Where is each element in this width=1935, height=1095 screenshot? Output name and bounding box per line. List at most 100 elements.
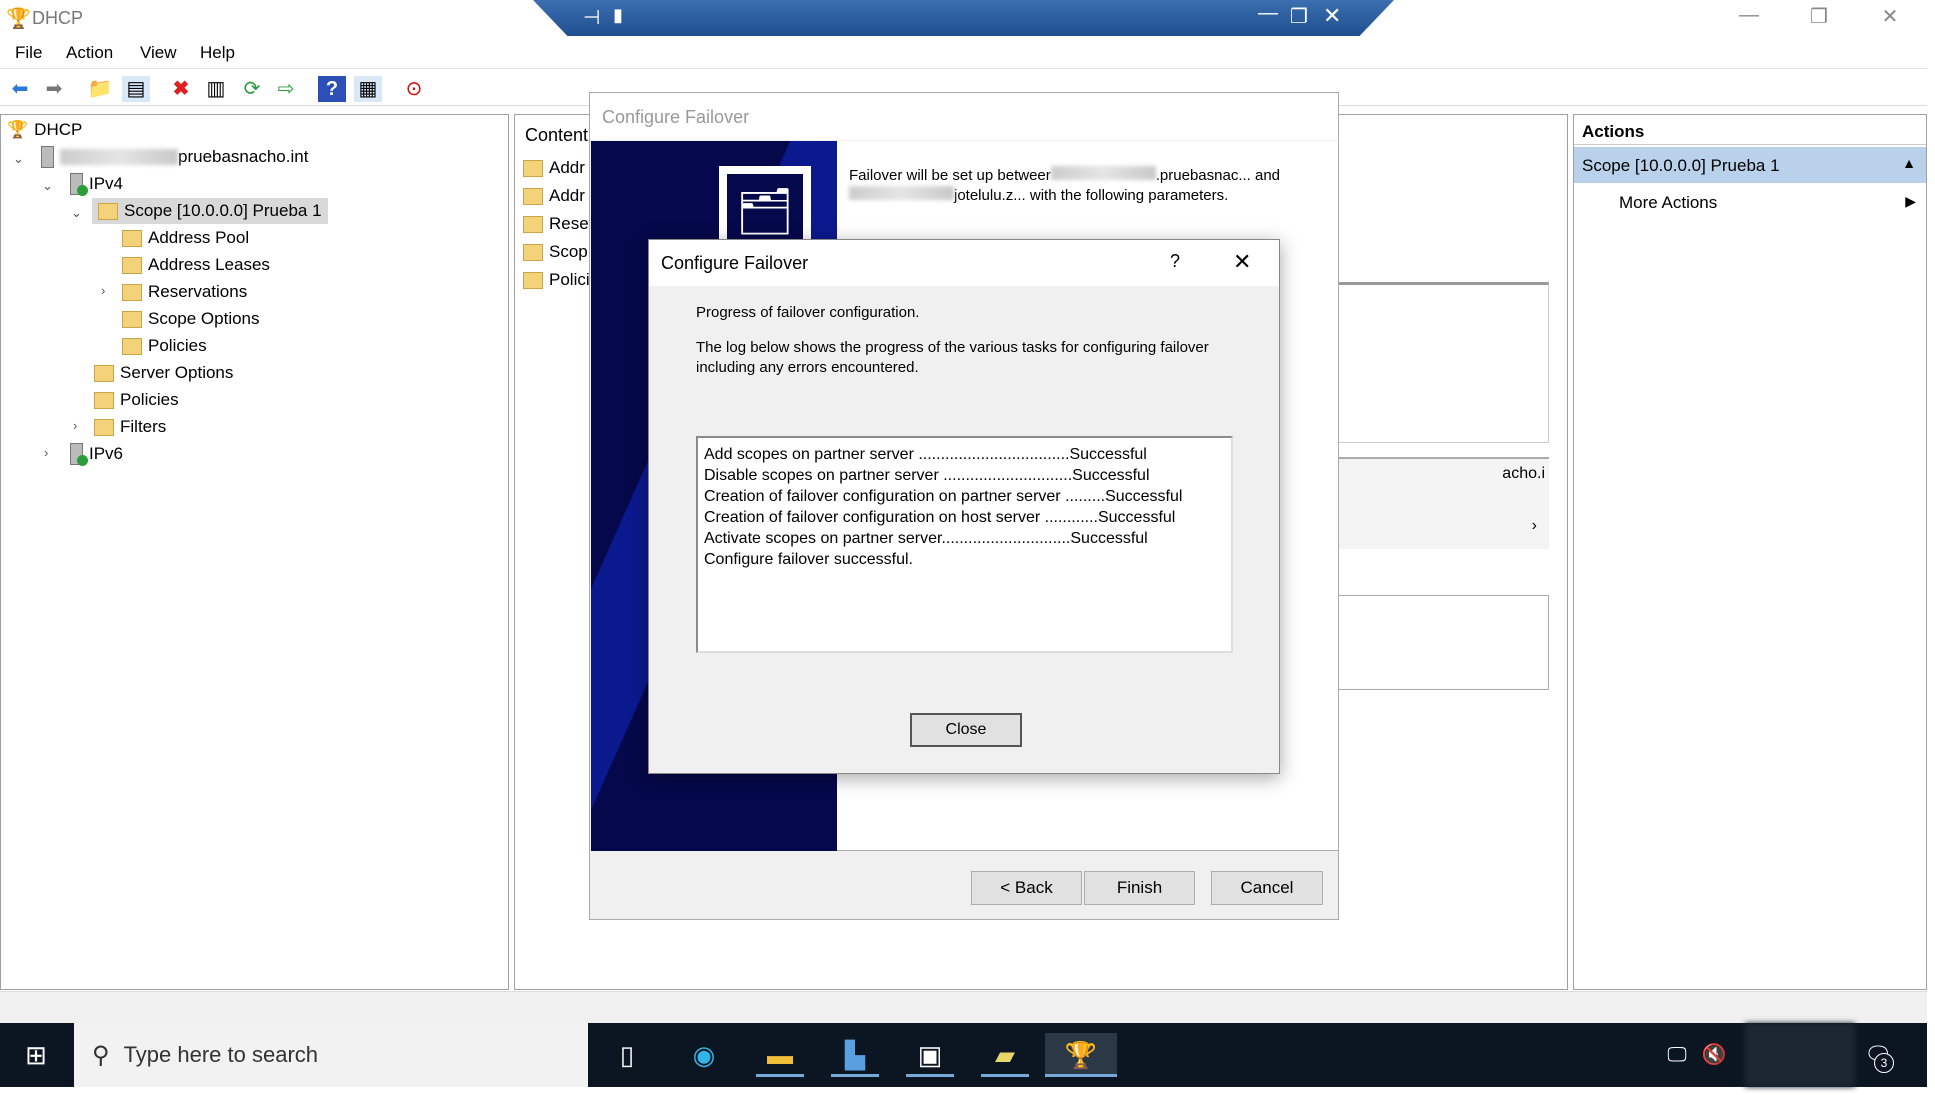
minimize-button[interactable]: — <box>1729 4 1769 30</box>
chevron-right-icon[interactable]: › <box>1532 517 1537 535</box>
forward-icon[interactable]: ➡ <box>40 76 68 102</box>
close-button[interactable]: Close <box>910 713 1022 747</box>
collapse-arrow-icon[interactable]: ▲ <box>1902 155 1916 171</box>
notes-app-icon[interactable]: ▰ <box>981 1033 1029 1077</box>
tree-node-server[interactable]: pruebasnacho.int <box>41 144 308 170</box>
cancel-button[interactable]: Cancel <box>1211 871 1323 905</box>
export-icon[interactable]: ⇨ <box>272 76 300 102</box>
log-line: Add scopes on partner server ...........… <box>704 446 1147 463</box>
chevron-down-icon[interactable]: ⌄ <box>71 205 82 221</box>
refresh-icon[interactable]: ⟳ <box>238 76 266 102</box>
pin-icon[interactable]: ⊣ <box>583 5 600 30</box>
signal-icon: ▮ <box>613 5 623 25</box>
tree-node-scope[interactable]: Scope [10.0.0.0] Prueba 1 <box>92 198 328 224</box>
delete-icon[interactable]: ✖ <box>167 76 195 102</box>
reservations-icon <box>122 283 142 301</box>
progress-log[interactable]: Add scopes on partner server ...........… <box>696 436 1233 653</box>
tree-node-address-leases[interactable]: Address Leases <box>122 252 270 278</box>
log-line: Creation of failover configuration on pa… <box>704 488 1183 505</box>
rd-minimize-button[interactable]: — <box>1258 2 1278 25</box>
windows-start-icon[interactable]: ⊞ <box>12 1033 60 1077</box>
actions-pane: Actions Scope [10.0.0.0] Prueba 1 ▲ More … <box>1573 114 1927 990</box>
taskbar-search[interactable]: ⚲ Type here to search <box>74 1023 588 1087</box>
edge-icon[interactable]: ◉ <box>680 1033 728 1077</box>
help-button[interactable]: ? <box>1170 251 1180 272</box>
tree-node-ipv4[interactable]: IPv4 <box>70 171 123 197</box>
actions-scope-header[interactable]: Scope [10.0.0.0] Prueba 1 ▲ <box>1574 147 1926 183</box>
notification-badge: 3 <box>1874 1053 1894 1073</box>
show-action-pane-icon[interactable]: ▦ <box>354 76 382 102</box>
status-bar <box>0 991 1927 1023</box>
console-tree: 🏆 DHCP ⌄ pruebasnacho.int ⌄ IPv4 ⌄ Scope … <box>0 114 509 990</box>
volume-muted-icon[interactable]: 🔇 <box>1690 1033 1738 1077</box>
back-button[interactable]: < Back <box>971 871 1082 905</box>
policies-icon <box>122 337 142 355</box>
up-folder-icon[interactable]: 📁 <box>86 76 114 102</box>
server-manager-icon[interactable]: ▙ <box>831 1033 879 1077</box>
folder-icon <box>523 243 543 261</box>
folder-icon <box>98 202 118 220</box>
clock-redacted[interactable] <box>1745 1023 1855 1087</box>
content-item[interactable]: Addr <box>523 155 585 181</box>
dhcp-taskbar-icon[interactable]: 🏆 <box>1045 1033 1117 1077</box>
taskbar: ⊞ ⚲ Type here to search ▯ ◉ ▬ ▙ ▣ ▰ 🏆 🖵 … <box>0 1023 1927 1087</box>
rd-close-button[interactable]: ✕ <box>1323 3 1341 29</box>
chevron-down-icon[interactable]: ⌄ <box>13 151 24 167</box>
rd-restore-button[interactable]: ❐ <box>1290 4 1308 29</box>
chevron-right-icon[interactable]: › <box>44 445 48 460</box>
stop-icon[interactable]: ⊙ <box>400 76 428 102</box>
folder-icon <box>523 271 543 289</box>
log-line: Configure failover successful. <box>704 551 913 568</box>
ipv6-icon <box>70 443 88 466</box>
menu-view[interactable]: View <box>140 43 177 63</box>
menu-bar: File Action View Help <box>0 37 1927 69</box>
chevron-right-icon[interactable]: › <box>101 283 105 298</box>
wizard-title-bar: Configure Failover <box>590 93 1338 140</box>
menu-help[interactable]: Help <box>200 43 235 63</box>
submenu-arrow-icon: ▶ <box>1905 193 1916 209</box>
address-leases-icon <box>122 256 142 274</box>
wizard-description: Failover will be set up betweer .pruebasn… <box>849 166 1281 204</box>
tree-node-scope-options[interactable]: Scope Options <box>122 306 260 332</box>
tree-node-ipv6[interactable]: IPv6 <box>70 441 123 467</box>
close-dialog-icon[interactable]: ✕ <box>1233 249 1251 275</box>
partial-text: acho.i <box>1502 465 1545 482</box>
dhcp-app-icon: 🏆 <box>6 8 31 30</box>
command-prompt-icon[interactable]: ▣ <box>906 1033 954 1077</box>
redacted-hostname <box>60 149 178 165</box>
filter-icon <box>94 418 114 436</box>
policies-icon <box>94 391 114 409</box>
help-icon[interactable]: ? <box>318 76 346 102</box>
tree-node-address-pool[interactable]: Address Pool <box>122 225 249 251</box>
content-item[interactable]: Reser <box>523 211 594 237</box>
file-explorer-icon[interactable]: ▬ <box>756 1033 804 1077</box>
configure-failover-progress-dialog: Configure Failover ? ✕ Progress of failo… <box>648 239 1280 774</box>
back-icon[interactable]: ⬅ <box>6 76 34 102</box>
remote-desktop-bar: ⊣ ▮ — ❐ ✕ <box>533 0 1394 36</box>
content-item[interactable]: Polici <box>523 267 590 293</box>
finish-button[interactable]: Finish <box>1084 871 1195 905</box>
more-actions[interactable]: More Actions ▶ <box>1574 187 1926 219</box>
tree-node-dhcp[interactable]: 🏆 DHCP <box>7 117 82 143</box>
content-item[interactable]: Addr <box>523 183 585 209</box>
address-pool-icon <box>122 229 142 247</box>
task-view-icon[interactable]: ▯ <box>603 1033 651 1077</box>
restore-button[interactable]: ❐ <box>1799 4 1839 30</box>
chevron-right-icon[interactable]: › <box>73 418 77 433</box>
tree-node-filters[interactable]: Filters <box>94 414 166 440</box>
close-window-button[interactable]: ✕ <box>1870 4 1910 30</box>
tree-node-scope-policies[interactable]: Policies <box>122 333 207 359</box>
content-item[interactable]: Scop <box>523 239 588 265</box>
chevron-down-icon[interactable]: ⌄ <box>42 178 53 194</box>
menu-action[interactable]: Action <box>66 43 113 63</box>
log-line: Activate scopes on partner server.......… <box>704 530 1148 547</box>
tree-node-reservations[interactable]: Reservations <box>122 279 247 305</box>
show-hide-tree-icon[interactable]: ▤ <box>122 76 150 102</box>
tree-node-server-options[interactable]: Server Options <box>94 360 233 386</box>
tree-node-policies[interactable]: Policies <box>94 387 179 413</box>
ipv4-icon <box>70 173 88 196</box>
folder-icon <box>523 187 543 205</box>
log-line: Creation of failover configuration on ho… <box>704 509 1176 526</box>
menu-file[interactable]: File <box>15 43 42 63</box>
properties-icon[interactable]: ▥ <box>202 76 230 102</box>
